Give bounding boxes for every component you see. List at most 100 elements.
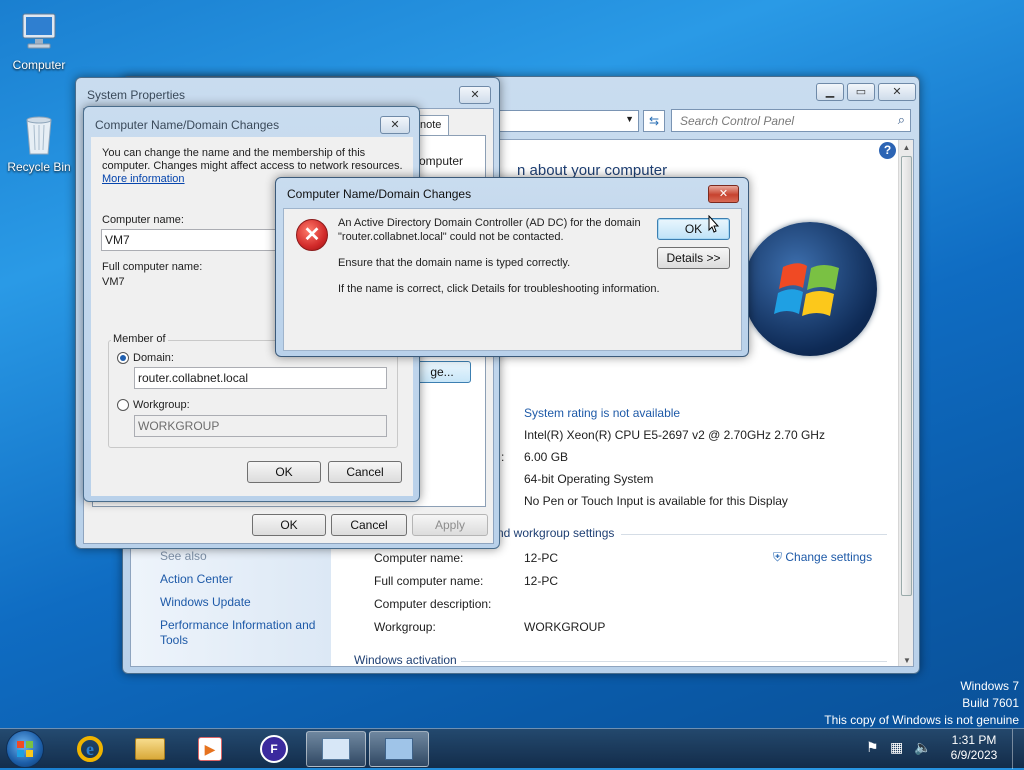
performance-info-link-cont[interactable]: Tools: [160, 633, 188, 647]
system-properties-title: System Properties: [87, 88, 186, 102]
scroll-up-arrow-icon[interactable]: ▲: [899, 143, 913, 152]
more-information-link[interactable]: More information: [102, 173, 185, 185]
computer-name-label: Computer name:: [102, 214, 184, 226]
memory-value: 6.00 GB: [524, 450, 569, 464]
watermark-line-3: This copy of Windows is not genuine: [824, 713, 1019, 727]
domain-radio-dot: [120, 355, 126, 361]
scroll-thumb[interactable]: [901, 156, 912, 596]
error-icon: ✕: [296, 219, 328, 251]
system-properties-cancel-button[interactable]: Cancel: [331, 514, 407, 536]
domain-input[interactable]: router.collabnet.local: [134, 367, 387, 389]
shield-icon: ⛨: [773, 550, 783, 564]
volume-muted-icon[interactable]: 🔈: [914, 739, 931, 756]
computer-label: Computer: [12, 58, 66, 72]
network-icon[interactable]: ▦: [890, 739, 903, 756]
maximize-button[interactable]: ▭: [847, 83, 875, 101]
system-properties-close-button[interactable]: ✕: [459, 86, 491, 104]
genuine-watermark: Windows 7 Build 7601 This copy of Window…: [824, 678, 1019, 729]
search-icon: ⌕: [897, 112, 905, 127]
recycle-bin-icon: [15, 110, 63, 158]
intro-line-1: You can change the name and the membersh…: [102, 147, 366, 159]
name-changes-ok-button[interactable]: OK: [247, 461, 321, 483]
system-type-value: 64-bit Operating System: [524, 472, 654, 486]
workgroup-label: Workgroup:: [133, 399, 190, 411]
name-changes-close-button[interactable]: ✕: [380, 116, 410, 134]
cn-row-value-0: 12-PC: [524, 551, 559, 565]
full-name-label: Full computer name:: [102, 261, 203, 273]
refresh-button[interactable]: ⇆: [643, 110, 665, 132]
flag-icon[interactable]: ⚑: [866, 739, 879, 756]
cn-row-label-3: Workgroup:: [374, 620, 436, 634]
error-dialog-close-button[interactable]: ✕: [708, 185, 739, 203]
taskbar-system-properties[interactable]: [369, 731, 429, 767]
folder-icon: [135, 738, 165, 760]
address-bar[interactable]: ▼: [497, 110, 639, 132]
computer-icon: [15, 8, 63, 56]
search-placeholder: Search Control Panel: [680, 114, 795, 128]
windows-logo: [743, 222, 877, 356]
domain-radio[interactable]: [117, 352, 129, 364]
full-name-value: VM7: [102, 276, 125, 288]
taskbar-control-panel[interactable]: [306, 731, 366, 767]
start-button[interactable]: [6, 730, 44, 768]
vertical-scrollbar[interactable]: ▲ ▼: [898, 140, 913, 666]
error-line-4: If the name is correct, click Details fo…: [338, 283, 660, 295]
system-properties-icon: [385, 738, 413, 760]
workgroup-radio[interactable]: [117, 399, 129, 411]
error-dialog-title: Computer Name/Domain Changes: [287, 187, 472, 201]
change-settings-link[interactable]: ⛨ Change settings: [773, 550, 872, 565]
cn-row-label-2: Computer description:: [374, 597, 492, 611]
activation-divider: [461, 661, 887, 662]
action-center-link[interactable]: Action Center: [160, 572, 233, 586]
error-dialog-body: ✕ An Active Directory Domain Controller …: [283, 208, 742, 351]
error-line-3: Ensure that the domain name is typed cor…: [338, 257, 571, 269]
taskbar-ie[interactable]: e: [62, 731, 118, 767]
processor-value: Intel(R) Xeon(R) CPU E5-2697 v2 @ 2.70GH…: [524, 428, 825, 442]
system-rating-link[interactable]: System rating is not available: [524, 406, 680, 420]
see-also-heading: See also: [160, 549, 207, 563]
error-details-button[interactable]: Details >>: [657, 247, 730, 269]
member-of-label: Member of: [111, 333, 168, 345]
watermark-line-1: Windows 7: [960, 679, 1019, 693]
help-icon[interactable]: ?: [879, 142, 896, 159]
windows-flag-icon: [17, 741, 33, 757]
tab-remote-partial[interactable]: note: [417, 115, 449, 135]
name-changes-cancel-button[interactable]: Cancel: [328, 461, 402, 483]
minimize-button[interactable]: ▁: [816, 83, 844, 101]
clock[interactable]: 1:31 PM 6/9/2023: [946, 733, 1002, 763]
taskbar-media-player[interactable]: ▶: [182, 731, 238, 767]
recycle-bin-desktop-icon[interactable]: Recycle Bin: [3, 110, 75, 174]
error-dialog: Computer Name/Domain Changes ✕ ✕ An Acti…: [275, 177, 749, 357]
mouse-cursor-icon: [708, 214, 720, 236]
section-divider: [621, 534, 887, 535]
dropdown-arrow-icon[interactable]: ▼: [625, 114, 634, 124]
scroll-down-arrow-icon[interactable]: ▼: [899, 656, 913, 665]
system-properties-ok-button[interactable]: OK: [252, 514, 326, 536]
refresh-icon: ⇆: [648, 114, 660, 128]
change-button-partial[interactable]: ge...: [413, 361, 471, 383]
taskbar-app[interactable]: F: [246, 731, 302, 767]
system-properties-apply-button[interactable]: Apply: [412, 514, 488, 536]
clock-date: 6/9/2023: [950, 748, 998, 762]
cn-row-value-1: 12-PC: [524, 574, 559, 588]
clock-time: 1:31 PM: [951, 733, 997, 747]
taskbar: e ▶ F ⚑ ▦ 🔈 1:31 PM 6/9/2023: [0, 728, 1024, 769]
error-line-2: "router.collabnet.local" could not be co…: [338, 231, 564, 243]
tab-text-partial: omputer: [419, 154, 464, 168]
workgroup-input[interactable]: WORKGROUP: [134, 415, 387, 437]
cn-row-label-1: Full computer name:: [374, 574, 484, 588]
intro-line-2: computer. Changes might affect access to…: [102, 160, 403, 172]
windows-update-link[interactable]: Windows Update: [160, 595, 251, 609]
app-icon: F: [260, 735, 288, 763]
close-button[interactable]: ✕: [878, 83, 916, 101]
error-line-1: An Active Directory Domain Controller (A…: [338, 217, 641, 229]
internet-explorer-icon: e: [77, 736, 103, 762]
show-desktop-button[interactable]: [1012, 729, 1024, 769]
performance-info-link[interactable]: Performance Information and: [160, 618, 315, 632]
computer-desktop-icon[interactable]: Computer: [3, 8, 75, 72]
pen-touch-value: No Pen or Touch Input is available for t…: [524, 494, 788, 508]
taskbar-explorer[interactable]: [122, 731, 178, 767]
computer-name-section-heading: nd workgroup settings: [497, 526, 615, 540]
media-player-icon: ▶: [198, 737, 222, 761]
search-box[interactable]: Search Control Panel ⌕: [671, 109, 911, 132]
